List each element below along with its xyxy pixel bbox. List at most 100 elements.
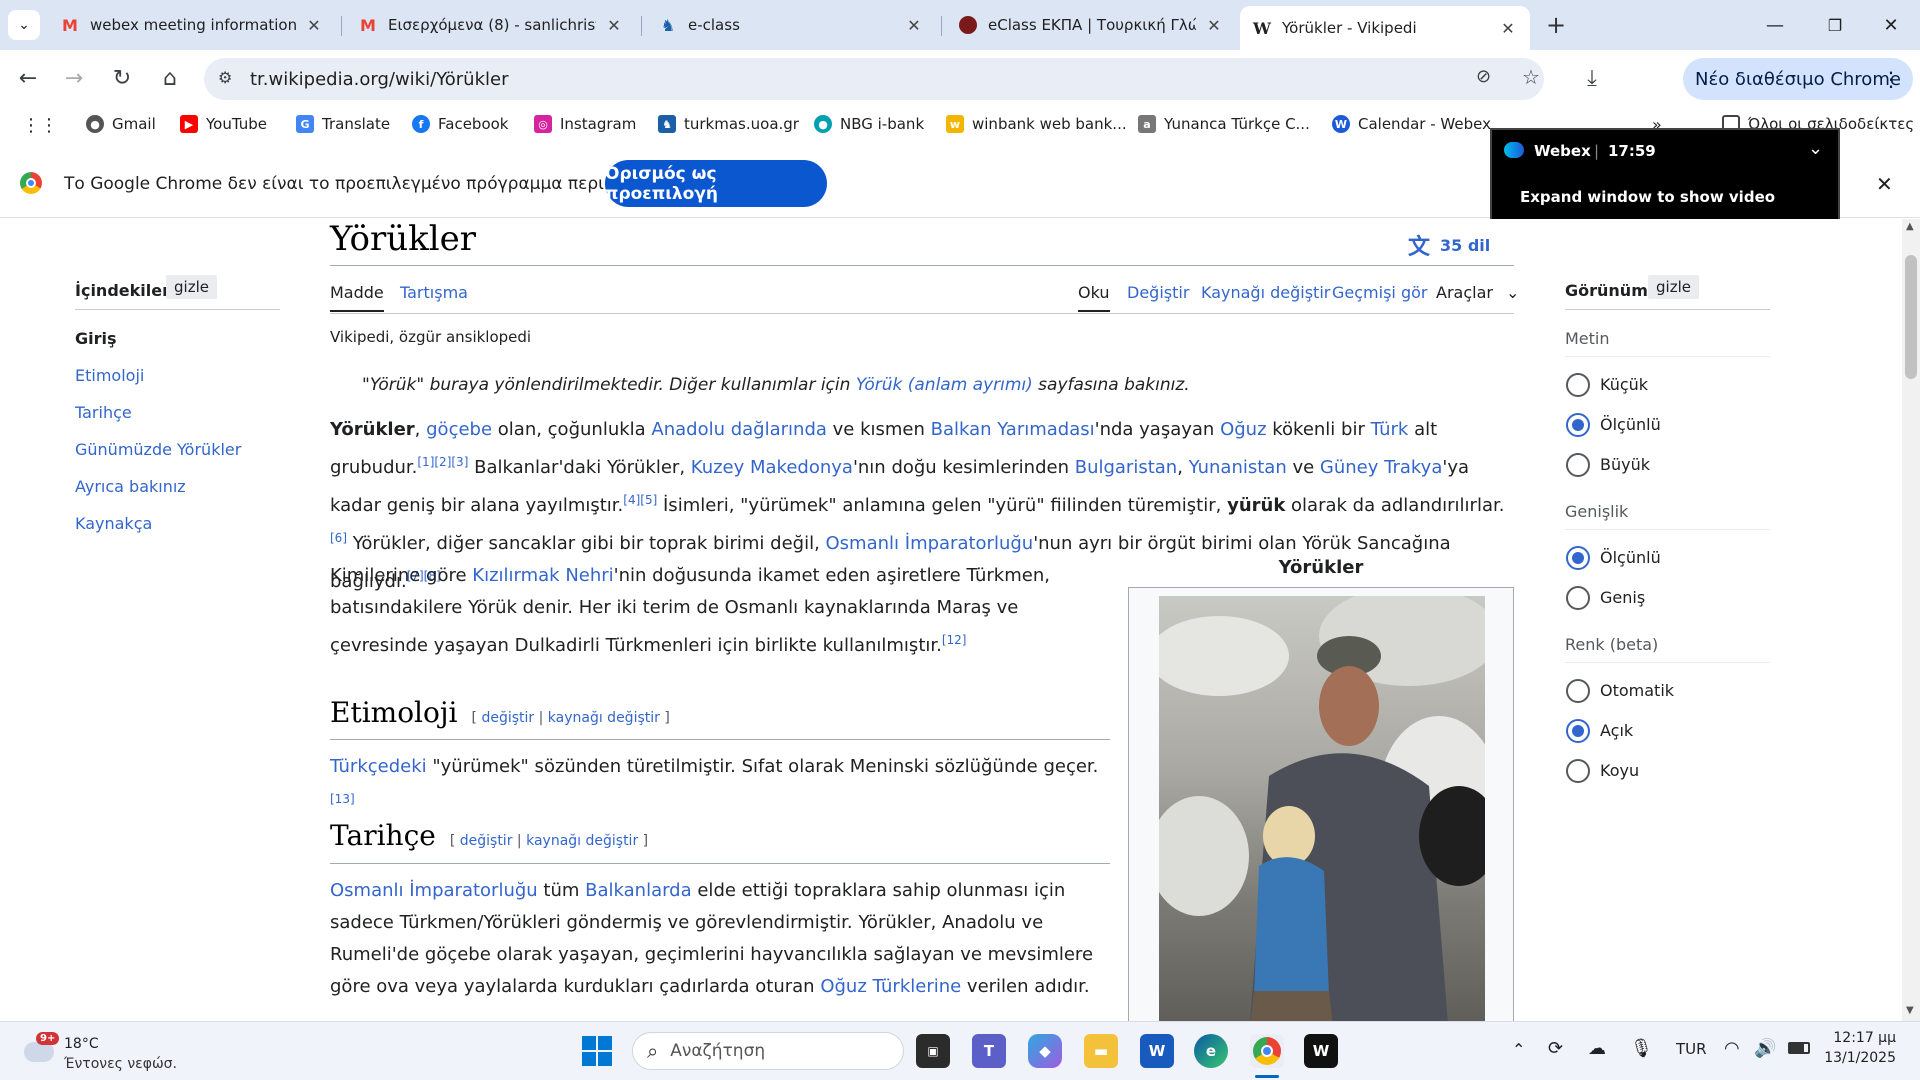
bookmark-winbank[interactable]: w winbank web bank...: [946, 115, 1127, 133]
tab-yorukler[interactable]: W Yörükler - Vikipedi ✕: [1240, 6, 1530, 50]
infobox-photo[interactable]: [1159, 596, 1485, 1021]
set-as-default-button[interactable]: Ορισμός ως προεπιλογή: [605, 160, 827, 207]
link-yunanistan[interactable]: Yunanistan: [1189, 457, 1287, 478]
clock-time[interactable]: 12:17 μμ: [1826, 1030, 1896, 1046]
apps-icon[interactable]: ⋮⋮: [22, 115, 58, 136]
radio-text-small[interactable]: [1566, 373, 1590, 397]
toc-item-gunumuzde[interactable]: Günümüzde Yörükler: [75, 440, 241, 459]
link-kizilirmak[interactable]: Kızılırmak Nehri: [472, 565, 613, 586]
toc-hide-button[interactable]: gizle: [166, 275, 217, 299]
word-icon[interactable]: W: [1140, 1034, 1174, 1068]
tab-search-button[interactable]: ⌄: [8, 10, 40, 40]
tarihce-edit-link[interactable]: değiştir: [460, 833, 513, 849]
task-view-icon[interactable]: ▣: [916, 1034, 950, 1068]
link-osmanli[interactable]: Osmanlı İmparatorluğu: [826, 533, 1034, 554]
bookmark-translate[interactable]: G Translate: [296, 115, 390, 133]
link-kuzey-makedonya[interactable]: Kuzey Makedonya: [691, 457, 853, 478]
tab-edit[interactable]: Değiştir: [1127, 283, 1189, 302]
start-button[interactable]: [582, 1036, 612, 1066]
onedrive-icon[interactable]: ☁: [1588, 1038, 1606, 1059]
teams-icon[interactable]: T: [972, 1034, 1006, 1068]
radio-color-light[interactable]: [1566, 719, 1590, 743]
link-oguz[interactable]: Oğuz: [1220, 419, 1266, 440]
radio-text-standard[interactable]: [1566, 413, 1590, 437]
scroll-down-arrow-icon[interactable]: ▼: [1906, 1005, 1914, 1016]
tab-webex-meeting-info[interactable]: M webex meeting information - sa ✕: [48, 8, 336, 42]
url-text[interactable]: tr.wikipedia.org/wiki/Yörükler: [250, 69, 508, 90]
tab-inbox[interactable]: M Εισερχόμενα (8) - sanlichristina ✕: [346, 8, 636, 42]
close-infobar-icon[interactable]: ✕: [1876, 172, 1893, 196]
download-icon[interactable]: ⤓: [1574, 60, 1610, 96]
collapse-chevron-icon[interactable]: ⌄: [1808, 138, 1823, 159]
link-balkanlarda[interactable]: Balkanlarda: [585, 880, 692, 901]
wifi-icon[interactable]: ◠: [1724, 1038, 1740, 1059]
restore-button[interactable]: ❐: [1820, 12, 1850, 38]
new-chrome-available-button[interactable]: Νέο διαθέσιμο Chrome ⋮: [1683, 58, 1913, 100]
tarihce-edit-source-link[interactable]: kaynağı değiştir: [526, 833, 638, 849]
close-window-button[interactable]: ✕: [1876, 12, 1906, 38]
link-turkcedeki[interactable]: Türkçedeki: [330, 756, 427, 777]
reload-button[interactable]: ↻: [104, 60, 140, 96]
tab-article[interactable]: Madde: [330, 283, 384, 312]
radio-color-auto[interactable]: [1566, 679, 1590, 703]
taskbar-search[interactable]: ⌕ Αναζήτηση: [632, 1032, 904, 1070]
tab-eclass-ekpa[interactable]: eClass ΕΚΠΑ | Τουρκική Γλώσσα ✕: [946, 8, 1236, 42]
chrome-icon[interactable]: [1250, 1034, 1284, 1068]
scrollbar-thumb[interactable]: [1905, 255, 1917, 379]
bookmark-facebook[interactable]: f Facebook: [412, 115, 508, 133]
scroll-up-arrow-icon[interactable]: ▲: [1906, 221, 1914, 232]
etimoloji-edit-link[interactable]: değiştir: [481, 710, 534, 726]
tab-talk[interactable]: Tartışma: [400, 283, 468, 302]
link-anadolu[interactable]: Anadolu dağlarında: [651, 419, 827, 440]
close-tab-icon[interactable]: ✕: [304, 16, 324, 35]
mic-muted-icon[interactable]: 🎙: [1630, 1038, 1653, 1059]
bookmark-nbg[interactable]: ● NBG i-bank: [814, 115, 924, 133]
page-scrollbar[interactable]: ▲ ▼: [1902, 219, 1920, 1021]
more-menu-icon[interactable]: ⋮: [1881, 67, 1901, 91]
link-bulgaristan[interactable]: Bulgaristan: [1075, 457, 1178, 478]
address-bar[interactable]: ⚙ tr.wikipedia.org/wiki/Yörükler ⊘ ☆: [204, 58, 1544, 100]
link-osmanli-2[interactable]: Osmanlı İmparatorluğu: [330, 880, 538, 901]
appearance-hide-button[interactable]: gizle: [1648, 275, 1699, 299]
clock-date[interactable]: 13/1/2025: [1816, 1050, 1896, 1066]
eye-off-icon[interactable]: ⊘: [1476, 66, 1491, 87]
toc-item-etimoloji[interactable]: Etimoloji: [75, 366, 144, 385]
bookmark-instagram[interactable]: ◎ Instagram: [534, 115, 636, 133]
bookmark-turkmas[interactable]: ♞ turkmas.uoa.gr: [658, 115, 799, 133]
close-tab-icon[interactable]: ✕: [1204, 16, 1224, 35]
link-oguz-turklerine[interactable]: Oğuz Türklerine: [820, 976, 961, 997]
toc-item-tarihce[interactable]: Tarihçe: [75, 403, 132, 422]
toc-item-giris[interactable]: Giriş: [75, 329, 117, 348]
hatnote-link[interactable]: Yörük (anlam ayrımı): [856, 375, 1033, 395]
battery-icon[interactable]: [1788, 1042, 1810, 1054]
file-explorer-icon[interactable]: ▬: [1084, 1034, 1118, 1068]
show-hidden-icons[interactable]: ⌃: [1512, 1040, 1525, 1059]
sync-icon[interactable]: ⟳: [1548, 1038, 1563, 1059]
tab-read[interactable]: Oku: [1078, 283, 1110, 312]
bookmark-gmail[interactable]: ● Gmail: [86, 115, 156, 133]
webex-taskbar-icon[interactable]: W: [1304, 1034, 1338, 1068]
new-tab-button[interactable]: +: [1540, 10, 1572, 40]
radio-text-large[interactable]: [1566, 453, 1590, 477]
minimize-button[interactable]: —: [1760, 12, 1790, 38]
close-tab-icon[interactable]: ✕: [904, 16, 924, 35]
tab-history[interactable]: Geçmişi gör: [1332, 283, 1427, 302]
home-button[interactable]: ⌂: [152, 60, 188, 96]
link-gocebe[interactable]: göçebe: [426, 419, 492, 440]
back-button[interactable]: ←: [10, 60, 46, 96]
weather-widget[interactable]: 9+ 18°C Έντονες νεφώσ.: [20, 1028, 220, 1076]
etimoloji-edit-source-link[interactable]: kaynağı değiştir: [548, 710, 660, 726]
toc-item-ayrica[interactable]: Ayrıca bakınız: [75, 477, 186, 496]
link-balkan[interactable]: Balkan Yarımadası: [931, 419, 1095, 440]
radio-width-wide[interactable]: [1566, 586, 1590, 610]
radio-width-standard[interactable]: [1566, 546, 1590, 570]
link-guney-trakya[interactable]: Güney Trakya: [1320, 457, 1442, 478]
site-info-icon[interactable]: ⚙: [218, 68, 232, 87]
bookmark-star-icon[interactable]: ☆: [1522, 65, 1540, 89]
edge-icon[interactable]: e: [1194, 1034, 1228, 1068]
copilot-icon[interactable]: ◆: [1028, 1034, 1062, 1068]
language-button[interactable]: 文 35 dil: [1408, 229, 1490, 261]
close-tab-icon[interactable]: ✕: [604, 16, 624, 35]
close-tab-icon[interactable]: ✕: [1498, 19, 1518, 38]
tools-menu[interactable]: Araçlar ⌄: [1436, 283, 1519, 302]
